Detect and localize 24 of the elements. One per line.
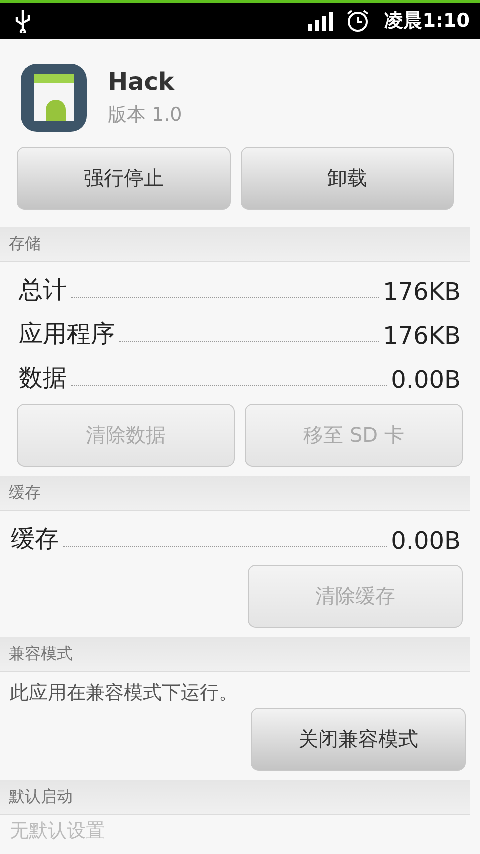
size-value: 0.00B [391, 366, 461, 394]
action-button[interactable]: 关闭兼容模式 [251, 708, 466, 771]
action-button[interactable]: 卸载 [240, 147, 454, 210]
size-value: 0.00B [391, 527, 461, 555]
section-text: 此应用在兼容模式下运行。 [9, 681, 239, 706]
section-header: 默认启动 [0, 780, 470, 815]
section-header: 缓存 [0, 476, 470, 511]
size-value: 176KB [382, 278, 461, 306]
section-header: 兼容模式 [0, 637, 470, 672]
app-version: 版本 1.0 [108, 103, 182, 128]
size-label: 缓存 [11, 524, 59, 555]
usb-icon [14, 9, 32, 33]
action-button[interactable]: 强行停止 [17, 147, 230, 210]
section-header: 存储 [0, 227, 470, 262]
size-label: 应用程序 [19, 319, 115, 350]
status-time: 凌晨1:10 [384, 9, 470, 34]
android-app-icon [20, 63, 88, 133]
signal-icon [308, 11, 333, 31]
size-value: 176KB [382, 322, 461, 350]
alarm-icon [344, 9, 371, 33]
size-label: 数据 [19, 363, 67, 394]
section-text: 无默认设置 [9, 819, 106, 844]
app-name: Hack [108, 68, 176, 96]
size-label: 总计 [19, 275, 67, 306]
